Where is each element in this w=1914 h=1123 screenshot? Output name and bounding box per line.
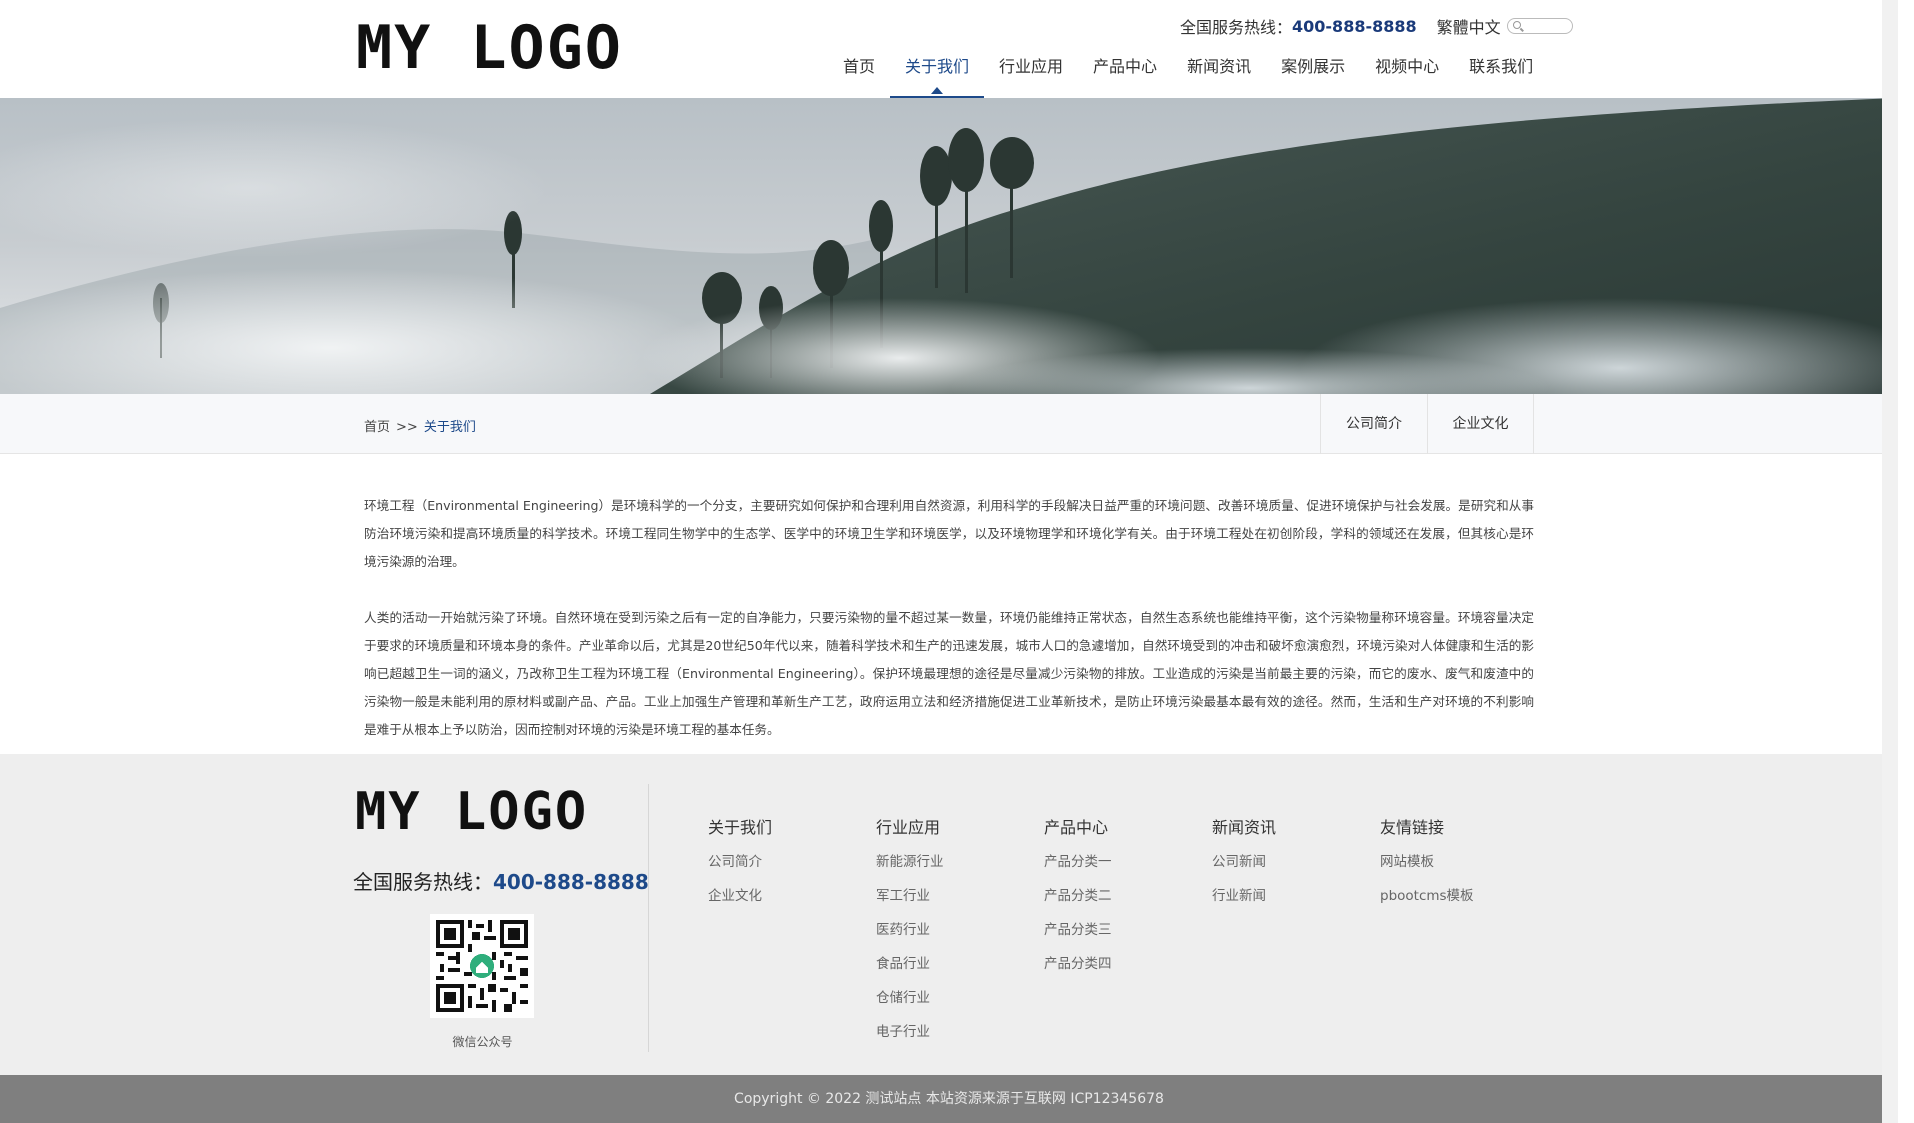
section-tabs: 公司简介 企业文化 xyxy=(1320,394,1534,454)
nav-item-3[interactable]: 产品中心 xyxy=(1078,56,1172,98)
main-nav: 首页 关于我们 行业应用 产品中心 新闻资讯 案例展示 视频中心 联系我们 xyxy=(828,56,1548,98)
footer-link[interactable]: 公司简介 xyxy=(708,852,876,886)
footer-link[interactable]: 仓储行业 xyxy=(876,988,1044,1022)
footer-column: 友情链接网站模板 pbootcms模板 xyxy=(1380,814,1548,1056)
page-scrollbar[interactable] xyxy=(1882,0,1898,1123)
footer-link[interactable]: 新能源行业 xyxy=(876,852,1044,886)
hotline-number: 400-888-8888 xyxy=(1292,16,1417,36)
qr-caption: 微信公众号 xyxy=(452,1035,513,1049)
footer-hotline: 全国服务热线：400-888-8888 xyxy=(353,866,649,895)
footer-column: 新闻资讯公司新闻 行业新闻 xyxy=(1212,814,1380,1056)
footer-link[interactable]: 产品分类一 xyxy=(1044,852,1212,886)
site-footer: MY LOGO 全国服务热线：400-888-8888 微信公众号 关于我们 公… xyxy=(0,754,1898,1075)
article-paragraph: 环境工程（Environmental Engineering）是环境科学的一个分… xyxy=(364,498,1534,569)
footer-link[interactable]: 公司新闻 xyxy=(1212,852,1380,886)
footer-link[interactable]: 电子行业 xyxy=(876,1022,1044,1056)
tab-corporate-culture[interactable]: 企业文化 xyxy=(1427,394,1534,454)
sub-navigation-bar: 首页 >> 关于我们 公司简介 企业文化 xyxy=(0,394,1898,454)
footer-column-title[interactable]: 行业应用 xyxy=(876,814,1044,838)
nav-item-4[interactable]: 新闻资讯 xyxy=(1172,56,1266,98)
nav-item-0[interactable]: 首页 xyxy=(828,56,890,98)
breadcrumb-current[interactable]: 关于我们 xyxy=(424,420,476,435)
search-input[interactable] xyxy=(1506,18,1573,34)
article-content: 环境工程（Environmental Engineering）是环境科学的一个分… xyxy=(364,492,1534,772)
footer-link[interactable]: 产品分类四 xyxy=(1044,954,1212,988)
tab-company-profile[interactable]: 公司简介 xyxy=(1320,394,1427,454)
nav-item-2[interactable]: 行业应用 xyxy=(984,56,1078,98)
hotline-label: 全国服务热线： xyxy=(1180,18,1293,37)
footer-link[interactable]: 食品行业 xyxy=(876,954,1044,988)
footer-column-title[interactable]: 产品中心 xyxy=(1044,814,1212,838)
footer-link[interactable]: 医药行业 xyxy=(876,920,1044,954)
footer-link-columns: 关于我们 公司简介 企业文化 行业应用 新能源行业 军工行业 医药行业 食品行业 仓储行业 电子行… xyxy=(708,814,1548,1056)
nav-item-5[interactable]: 案例展示 xyxy=(1266,56,1360,98)
breadcrumb-home-link[interactable]: 首页 xyxy=(364,420,390,435)
nav-item-1[interactable]: 关于我们 xyxy=(890,56,985,98)
page: MY LOGO 全国服务热线： 400-888-8888 繁體中文 首页 关于我们… xyxy=(0,0,1898,1123)
nav-item-6[interactable]: 视频中心 xyxy=(1360,56,1454,98)
hero-banner xyxy=(0,98,1898,394)
footer-column: 产品中心产品分类一 产品分类二 产品分类三 产品分类四 xyxy=(1044,814,1212,1056)
nav-item-7[interactable]: 联系我们 xyxy=(1454,56,1548,98)
footer-link[interactable]: pbootcms模板 xyxy=(1380,886,1548,920)
footer-column-title[interactable]: 友情链接 xyxy=(1380,814,1548,838)
footer-hotline-number: 400-888-8888 xyxy=(493,870,649,894)
footer-link[interactable]: 产品分类二 xyxy=(1044,886,1212,920)
footer-divider xyxy=(648,784,649,1052)
footer-link[interactable]: 军工行业 xyxy=(876,886,1044,920)
site-logo[interactable]: MY LOGO xyxy=(356,18,623,78)
breadcrumb: 首页 >> 关于我们 xyxy=(364,416,476,435)
footer-link[interactable]: 行业新闻 xyxy=(1212,886,1380,920)
footer-hotline-label: 全国服务热线： xyxy=(353,870,493,894)
wechat-qr-code xyxy=(430,914,534,1018)
qr-code-icon xyxy=(436,920,528,1012)
footer-column: 行业应用新能源行业 军工行业 医药行业 食品行业 仓储行业 电子行业 xyxy=(876,814,1044,1056)
footer-link[interactable]: 网站模板 xyxy=(1380,852,1548,886)
breadcrumb-separator: >> xyxy=(396,420,418,435)
search-icon[interactable] xyxy=(1512,21,1521,29)
copyright-text: Copyright © 2022 测试站点 本站资源来源于互联网 ICP1234… xyxy=(734,1091,1164,1107)
footer-logo[interactable]: MY LOGO xyxy=(355,786,588,838)
footer-link[interactable]: 产品分类三 xyxy=(1044,920,1212,954)
article-paragraph: 人类的活动一开始就污染了环境。自然环境在受到污染之后有一定的自净能力，只要污染物… xyxy=(364,610,1534,737)
footer-column-title[interactable]: 关于我们 xyxy=(708,814,876,838)
footer-column: 关于我们公司简介 企业文化 xyxy=(708,814,876,1056)
banner-landscape-image xyxy=(0,98,1898,394)
language-switch-link[interactable]: 繁體中文 xyxy=(1437,14,1501,38)
footer-column-title[interactable]: 新闻资讯 xyxy=(1212,814,1380,838)
copyright-bar: Copyright © 2022 测试站点 本站资源来源于互联网 ICP1234… xyxy=(0,1075,1898,1123)
footer-link[interactable]: 企业文化 xyxy=(708,886,876,920)
header-top-right: 全国服务热线： 400-888-8888 繁體中文 xyxy=(1180,14,1573,38)
site-header: MY LOGO 全国服务热线： 400-888-8888 繁體中文 首页 关于我们… xyxy=(0,0,1898,98)
